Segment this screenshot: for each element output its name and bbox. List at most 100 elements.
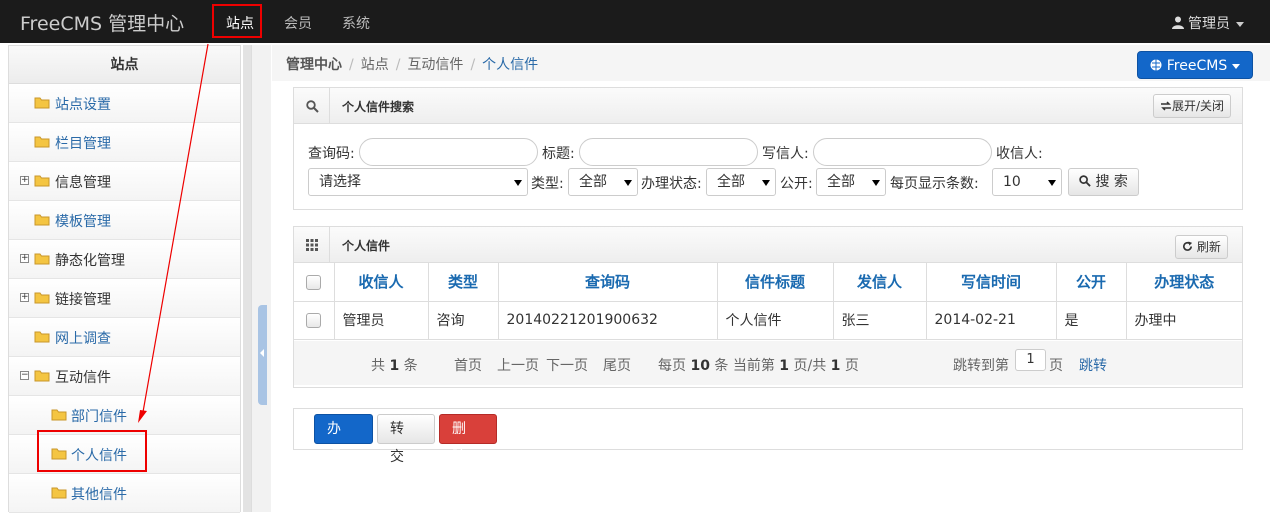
query-code-input[interactable] <box>359 138 538 166</box>
page-size-select[interactable]: 10 <box>992 168 1062 196</box>
search-icon <box>1079 175 1091 187</box>
status-select[interactable]: 全部 <box>706 168 776 196</box>
user-icon <box>1171 16 1184 29</box>
public-select-value: 全部 <box>827 174 855 190</box>
writer-input[interactable] <box>813 138 992 166</box>
expand-icon[interactable]: + <box>20 176 29 185</box>
nav-member[interactable]: 会员 <box>284 13 312 33</box>
chevron-down-icon <box>1231 63 1240 69</box>
user-menu[interactable]: 管理员 <box>1171 13 1244 33</box>
cell-sender: 张三 <box>833 301 927 340</box>
expand-icon[interactable]: + <box>20 293 29 302</box>
page-number-input[interactable]: 1 <box>1015 349 1046 371</box>
sidebar-item-templates[interactable]: 模板管理 <box>9 201 240 240</box>
search-panel-title: 个人信件搜索 <box>342 100 415 114</box>
sidebar-item-label: 链接管理 <box>55 292 111 308</box>
letters-panel-header: 个人信件 刷新 <box>294 227 1242 263</box>
brand-title[interactable]: FreeCMS 管理中心 <box>20 9 184 36</box>
refresh-icon <box>1183 241 1193 251</box>
content-gutter <box>251 45 271 512</box>
handle-button[interactable]: 办理 <box>314 414 373 465</box>
sidebar-item-info[interactable]: + 信息管理 <box>9 162 240 201</box>
transfer-button[interactable]: 转交 <box>377 414 435 465</box>
sidebar-item-label: 静态化管理 <box>55 253 125 269</box>
folder-icon <box>34 97 50 109</box>
splitter[interactable] <box>243 45 251 512</box>
sidebar-item-label: 模板管理 <box>55 214 111 230</box>
refresh-label: 刷新 <box>1196 240 1221 254</box>
letters-table: 收信人 类型 查询码 信件标题 发信人 写信时间 公开 办理状态 管理员 咨询 … <box>294 263 1242 340</box>
toggle-icon <box>1161 101 1171 111</box>
folder-icon <box>51 409 67 421</box>
search-panel-header: 个人信件搜索 展开/关闭 <box>294 88 1242 124</box>
cell-type: 咨询 <box>428 301 499 340</box>
column-header-public[interactable]: 公开 <box>1056 263 1127 302</box>
globe-icon <box>1150 59 1162 71</box>
chevron-down-icon <box>1236 21 1244 27</box>
sidebar-item-links[interactable]: + 链接管理 <box>9 279 240 318</box>
top-navbar: FreeCMS 管理中心 站点 会员 系统 管理员 <box>0 0 1270 43</box>
action-bar: 办理 转交 删除 <box>293 408 1243 465</box>
receiver-select[interactable]: 请选择 <box>308 168 528 196</box>
row-checkbox[interactable] <box>306 312 322 328</box>
delete-button[interactable]: 删除 <box>439 414 497 465</box>
sidebar-item-static[interactable]: + 静态化管理 <box>9 240 240 279</box>
toggle-button[interactable]: 展开/关闭 <box>1153 94 1232 118</box>
sidebar-item-channels[interactable]: 栏目管理 <box>9 123 240 162</box>
dropdown-arrow-icon <box>624 180 632 186</box>
sidebar-item-letters[interactable]: − 互动信件 <box>9 357 240 396</box>
freecms-dropdown-button[interactable]: FreeCMS <box>1137 51 1253 79</box>
pager-prev[interactable]: 上一页 <box>497 355 539 375</box>
pager-first[interactable]: 首页 <box>454 355 482 375</box>
folder-icon <box>34 370 50 382</box>
column-header-status[interactable]: 办理状态 <box>1126 263 1242 302</box>
refresh-button[interactable]: 刷新 <box>1175 235 1228 259</box>
public-select[interactable]: 全部 <box>816 168 886 196</box>
sidebar-item-label: 其他信件 <box>71 487 127 503</box>
search-panel-icon-cell <box>294 88 330 123</box>
type-label: 类型: <box>531 176 564 192</box>
title-label: 标题: <box>542 146 575 162</box>
folder-icon <box>51 487 67 499</box>
title-input[interactable] <box>579 138 758 166</box>
breadcrumb-item[interactable]: 互动信件 <box>407 57 463 73</box>
table-row[interactable]: 管理员 咨询 20140221201900632 个人信件 张三 2014-02… <box>294 301 1242 340</box>
pager-jump-suffix: 页 <box>1049 358 1063 374</box>
pager-next[interactable]: 下一页 <box>546 355 588 375</box>
sidebar-item-label: 部门信件 <box>71 409 127 425</box>
column-header-receiver[interactable]: 收信人 <box>334 263 429 302</box>
page-size-select-value: 10 <box>1003 174 1021 190</box>
dropdown-arrow-icon <box>514 180 522 186</box>
expand-icon[interactable]: + <box>20 254 29 263</box>
search-button[interactable]: 搜 索 <box>1068 168 1139 196</box>
column-header-sender[interactable]: 发信人 <box>833 263 927 302</box>
column-header-query-code[interactable]: 查询码 <box>498 263 718 302</box>
pager-jump-link[interactable]: 跳转 <box>1079 355 1107 375</box>
sidebar-item-label: 站点设置 <box>55 97 111 113</box>
sidebar-item-label: 互动信件 <box>55 370 111 386</box>
chevron-left-icon <box>260 349 264 357</box>
breadcrumb-item[interactable]: 站点 <box>361 57 389 73</box>
sidebar-item-other-letters[interactable]: 其他信件 <box>9 474 240 513</box>
sidebar-item-label: 栏目管理 <box>55 136 111 152</box>
folder-icon <box>34 331 50 343</box>
nav-system[interactable]: 系统 <box>342 13 370 33</box>
column-header-type[interactable]: 类型 <box>428 263 499 302</box>
column-header-write-time[interactable]: 写信时间 <box>926 263 1057 302</box>
breadcrumb-item[interactable]: 管理中心 <box>286 57 342 73</box>
folder-icon <box>34 292 50 304</box>
status-label: 办理状态: <box>641 176 702 192</box>
toggle-label: 展开/关闭 <box>1172 99 1225 113</box>
sidebar-item-label: 信息管理 <box>55 175 111 191</box>
select-all-checkbox[interactable] <box>306 274 322 290</box>
collapse-icon[interactable]: − <box>20 371 29 380</box>
sidebar-item-site-settings[interactable]: 站点设置 <box>9 84 240 123</box>
sidebar-item-survey[interactable]: 网上调查 <box>9 318 240 357</box>
column-header-letter-title[interactable]: 信件标题 <box>717 263 834 302</box>
type-select[interactable]: 全部 <box>568 168 638 196</box>
pager-last[interactable]: 尾页 <box>603 355 631 375</box>
freecms-label: FreeCMS <box>1166 58 1228 74</box>
pager-jump-prefix: 跳转到第 <box>953 358 1009 374</box>
collapse-sidebar-handle[interactable] <box>258 305 267 405</box>
pager-info: 每页 10 条 当前第 1 页/共 1 页 <box>658 358 859 374</box>
